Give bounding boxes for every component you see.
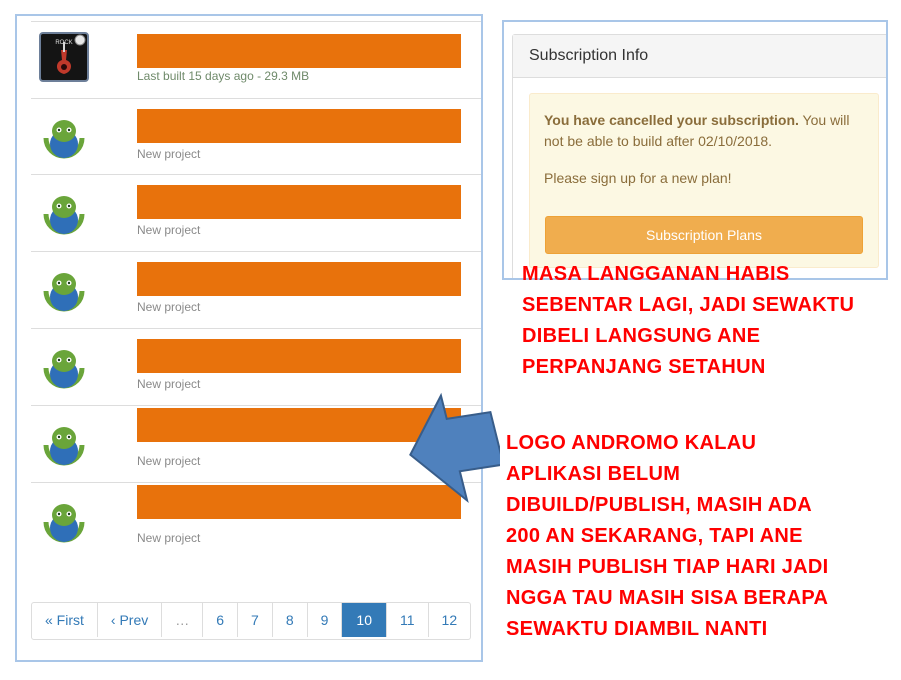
annotation-line: PERPANJANG SETAHUN [522, 356, 766, 378]
page-link-10-active[interactable]: 10 [341, 603, 386, 637]
android-robot-icon [37, 495, 91, 549]
project-list-panel: ROCK Last built 15 days ago - 29.3 MB Ne [15, 14, 483, 662]
page-link-12[interactable]: 12 [427, 603, 471, 637]
page-first-link[interactable]: « First [32, 603, 97, 637]
annotation-line: APLIKASI BELUM [506, 463, 681, 485]
redacted-project-name [137, 262, 461, 296]
android-robot-icon [37, 111, 91, 165]
project-meta: Last built 15 days ago - 29.3 MB [137, 69, 310, 83]
annotation-line: MASIH PUBLISH TIAP HARI JADI [506, 556, 829, 578]
project-meta: New project [137, 223, 201, 237]
android-robot-icon [37, 418, 91, 472]
subscription-panel: Subscription Info You have cancelled you… [502, 20, 888, 280]
page-link-6[interactable]: 6 [202, 603, 237, 637]
project-meta: New project [137, 454, 201, 468]
annotation-line: LOGO ANDROMO KALAU [506, 432, 757, 454]
signup-message: Please sign up for a new plan! [544, 170, 732, 186]
annotation-subscription-note: MASA LANGGANAN HABIS SEBENTAR LAGI, JADI… [522, 259, 892, 383]
page-prev-link[interactable]: ‹ Prev [96, 603, 161, 637]
annotation-line: DIBELI LANGSUNG ANE [522, 325, 761, 347]
redacted-project-name [137, 109, 461, 143]
project-row[interactable]: New project [31, 98, 481, 174]
project-meta: New project [137, 531, 201, 545]
rock-app-icon: ROCK [39, 32, 93, 86]
android-robot-icon [37, 264, 91, 318]
subscription-card: Subscription Info You have cancelled you… [512, 34, 886, 278]
subscription-warning-alert: You have cancelled your subscription. Yo… [529, 93, 879, 268]
project-row[interactable]: New project [31, 174, 481, 250]
project-row[interactable]: New project [31, 251, 481, 327]
redacted-project-name [137, 339, 461, 373]
page-link-7[interactable]: 7 [237, 603, 272, 637]
page-ellipsis: … [161, 603, 202, 637]
annotation-andromo-note: LOGO ANDROMO KALAU APLIKASI BELUM DIBUIL… [506, 428, 896, 645]
project-meta: New project [137, 300, 201, 314]
subscription-heading: Subscription Info [513, 35, 886, 78]
project-meta: New project [137, 147, 201, 161]
annotation-line: SEWAKTU DIAMBIL NANTI [506, 618, 768, 640]
annotation-line: MASA LANGGANAN HABIS [522, 263, 790, 285]
annotation-line: 200 AN SEKARANG, TAPI ANE [506, 525, 803, 547]
annotation-line: DIBUILD/PUBLISH, MASIH ADA [506, 494, 812, 516]
redacted-project-name [137, 34, 461, 68]
project-row[interactable]: ROCK Last built 15 days ago - 29.3 MB [31, 21, 481, 97]
project-meta: New project [137, 377, 201, 391]
android-robot-icon [37, 341, 91, 395]
annotation-line: NGGA TAU MASIH SISA BERAPA [506, 587, 829, 609]
page-link-11[interactable]: 11 [386, 603, 428, 637]
page-link-9[interactable]: 9 [306, 603, 342, 637]
page-link-8[interactable]: 8 [271, 603, 307, 637]
cancel-message-strong: You have cancelled your subscription. [544, 112, 799, 128]
android-robot-icon [37, 187, 91, 241]
pagination: « First ‹ Prev … 6 7 8 9 10 11 12 [31, 602, 472, 640]
cancel-message: You have cancelled your subscription. Yo… [544, 110, 864, 152]
annotation-line: SEBENTAR LAGI, JADI SEWAKTU [522, 294, 855, 316]
blue-arrow-icon [409, 392, 500, 504]
redacted-project-name [137, 185, 461, 219]
subscription-plans-button[interactable]: Subscription Plans [545, 216, 863, 254]
